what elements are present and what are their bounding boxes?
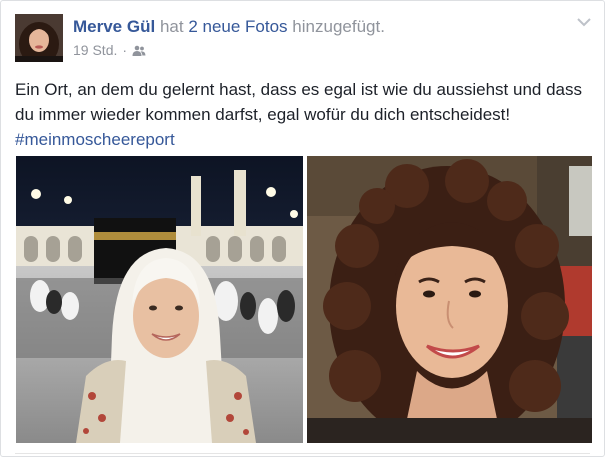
hashtag-link[interactable]: #meinmoscheereport [15, 127, 595, 152]
action-suffix: hinzugefügt. [292, 17, 385, 36]
post-meta: 19 Std. · [73, 42, 146, 58]
photo-mosque-selfie[interactable] [16, 156, 303, 443]
friends-icon[interactable] [132, 44, 146, 56]
action-prefix: hat [159, 17, 184, 36]
photo-curly-hair-selfie[interactable] [307, 156, 592, 443]
post-header: Merve Gül hat 2 neue Fotos hinzugefügt. [73, 17, 385, 37]
author-avatar[interactable] [15, 14, 63, 62]
author-name-link[interactable]: Merve Gül [73, 17, 155, 36]
chevron-down-icon[interactable] [576, 15, 592, 27]
post-text: Ein Ort, an dem du gelernt hast, dass es… [15, 77, 595, 152]
post-timestamp[interactable]: 19 Std. [73, 42, 117, 58]
feed-post: Merve Gül hat 2 neue Fotos hinzugefügt. … [0, 0, 605, 457]
new-photos-link[interactable]: 2 neue Fotos [188, 17, 287, 36]
divider [15, 453, 590, 454]
post-message: Ein Ort, an dem du gelernt hast, dass es… [15, 80, 582, 124]
meta-separator: · [122, 42, 128, 58]
